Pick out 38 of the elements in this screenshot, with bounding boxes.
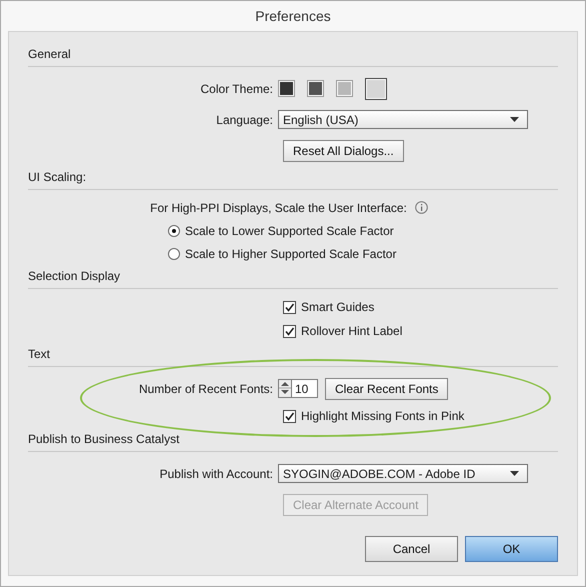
- check-icon: [284, 326, 295, 336]
- section-heading: Selection Display: [28, 268, 558, 289]
- checkbox-label[interactable]: Smart Guides: [301, 300, 374, 314]
- window-title: Preferences: [255, 8, 331, 24]
- dialog-button[interactable]: Reset All Dialogs...: [283, 140, 404, 162]
- section-heading: Publish to Business Catalyst: [28, 431, 558, 452]
- theme-swatch[interactable]: [278, 80, 295, 97]
- dialog-button[interactable]: Clear Recent Fonts: [325, 378, 448, 400]
- dropdown-field[interactable]: English (USA): [278, 110, 528, 129]
- stepper-arrows[interactable]: [278, 379, 292, 398]
- check-icon: [284, 302, 295, 312]
- theme-swatch[interactable]: [365, 78, 387, 100]
- caret-icon: [510, 117, 519, 122]
- radio-option[interactable]: Scale to Higher Supported Scale Factor: [28, 246, 396, 260]
- field-label: Publish with Account:: [158, 466, 274, 480]
- checkbox-label[interactable]: Highlight Missing Fonts in Pink: [301, 409, 464, 423]
- section-heading: General: [28, 46, 558, 67]
- checkbox[interactable]: [283, 324, 296, 338]
- checkbox-label[interactable]: Rollover Hint Label: [301, 324, 402, 338]
- checkbox[interactable]: [283, 300, 296, 314]
- arrows-icon: [279, 380, 291, 397]
- dialog-button[interactable]: OK: [465, 536, 558, 562]
- field-label: Number of Recent Fonts:: [138, 382, 274, 396]
- dropdown-field[interactable]: SYOGIN@ADOBE.COM - Adobe ID: [278, 464, 528, 483]
- number-field[interactable]: 10: [292, 379, 318, 398]
- field-label: Language:: [215, 112, 274, 126]
- section-heading: UI Scaling:: [28, 169, 558, 190]
- theme-swatch[interactable]: [336, 80, 353, 97]
- field-label: For High-PPI Displays, Scale the User Interface:: [150, 200, 407, 214]
- field-label: Color Theme:: [200, 82, 274, 96]
- caret-icon: [510, 471, 519, 476]
- radio-option[interactable]: Scale to Lower Supported Scale Factor: [28, 224, 394, 238]
- theme-swatch[interactable]: [307, 80, 324, 97]
- check-icon: [284, 410, 295, 422]
- section-heading: Text: [28, 346, 558, 367]
- checkbox[interactable]: [283, 410, 296, 422]
- info-icon: [414, 201, 428, 214]
- dialog-button[interactable]: Cancel: [365, 536, 458, 562]
